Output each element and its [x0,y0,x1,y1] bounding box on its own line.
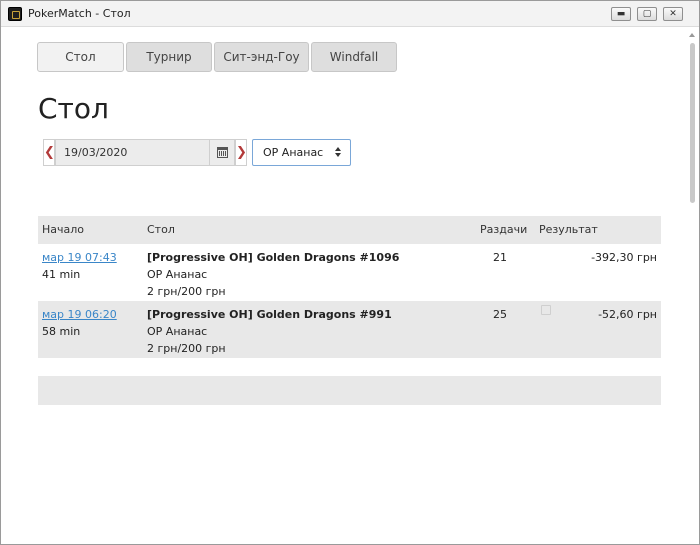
club-select[interactable]: OP Ананас [252,139,351,166]
table-name: [Progressive OH] Golden Dragons #1096 [147,251,400,264]
session-result: -52,60 грн [598,308,657,321]
session-result: -392,30 грн [591,251,657,264]
header-table[interactable]: Стол [147,216,175,244]
scroll-up-icon[interactable] [689,33,695,37]
header-result[interactable]: Результат [539,216,598,244]
stakes: 2 грн/200 грн [147,342,226,355]
prev-date-button[interactable]: ❮ [43,139,55,166]
club-name: OP Ананас [147,325,208,338]
pokermatch-app-icon [8,7,22,21]
session-time-link[interactable]: мар 19 07:43 [42,249,117,266]
table-footer [38,376,661,405]
date-input[interactable]: 19/03/2020 [55,139,235,166]
page-title: Стол [38,92,109,125]
table-name: [Progressive OH] Golden Dragons #991 [147,308,392,321]
tab-tournament[interactable]: Турнир [126,42,212,72]
calendar-icon [217,147,228,158]
replay-icon[interactable] [541,305,551,315]
table-row[interactable]: мар 19 06:20 58 min [Progressive OH] Gol… [38,301,661,358]
app-window: PokerMatch - Стол ▬ ▢ ✕ Стол Турнир Сит-… [0,0,700,545]
minimize-button[interactable]: ▬ [611,7,631,21]
select-arrows-icon [335,146,342,159]
club-select-value: OP Ананас [263,146,324,159]
maximize-button[interactable]: ▢ [637,7,657,21]
stakes: 2 грн/200 грн [147,285,226,298]
session-time-link[interactable]: мар 19 06:20 [42,306,117,323]
hands-count: 21 [493,251,507,264]
sessions-table: Начало Стол Раздачи Результат мар 19 07:… [38,216,661,358]
club-name: OP Ананас [147,268,208,281]
header-start[interactable]: Начало [42,216,84,244]
close-button[interactable]: ✕ [663,7,683,21]
header-hands[interactable]: Раздачи [480,216,527,244]
session-duration: 58 min [42,325,81,338]
hands-count: 25 [493,308,507,321]
tab-table[interactable]: Стол [37,42,124,72]
title-bar: PokerMatch - Стол ▬ ▢ ✕ [1,1,699,27]
calendar-button[interactable] [209,139,235,166]
vertical-scrollbar[interactable] [686,27,699,544]
table-header: Начало Стол Раздачи Результат [38,216,661,244]
session-duration: 41 min [42,268,81,281]
next-date-button[interactable]: ❯ [235,139,247,166]
tab-sit-and-go[interactable]: Сит-энд-Гоу [214,42,309,72]
table-row[interactable]: мар 19 07:43 41 min [Progressive OH] Gol… [38,244,661,301]
tab-windfall[interactable]: Windfall [311,42,397,72]
scroll-thumb[interactable] [690,43,695,203]
window-title: PokerMatch - Стол [28,7,131,20]
